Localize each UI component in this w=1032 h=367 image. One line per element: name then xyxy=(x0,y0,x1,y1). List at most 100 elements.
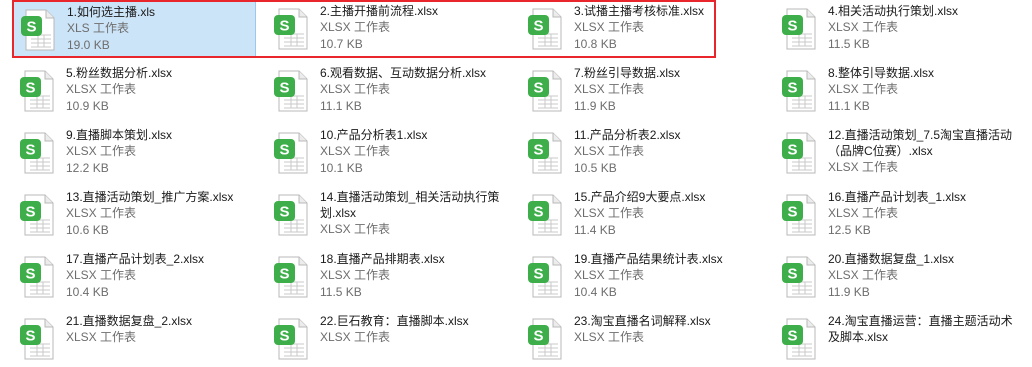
excel-spreadsheet-icon: S xyxy=(525,69,565,113)
file-info: 2.主播开播前流程.xlsx XLSX 工作表 10.7 KB xyxy=(320,3,510,53)
file-size: 12.2 KB xyxy=(66,161,109,175)
excel-spreadsheet-icon: S xyxy=(779,317,819,361)
file-name: 18.直播产品排期表.xlsx xyxy=(320,252,445,266)
file-name: 14.直播活动策划_相关活动执行策划.xlsx xyxy=(320,190,500,220)
svg-text:S: S xyxy=(787,80,797,97)
excel-spreadsheet-icon: S xyxy=(271,255,311,299)
file-name: 11.产品分析表2.xlsx xyxy=(574,128,681,142)
file-info: 6.观看数据、互动数据分析.xlsx XLSX 工作表 11.1 KB xyxy=(320,65,510,115)
file-size: 11.4 KB xyxy=(574,223,616,237)
file-size: 11.5 KB xyxy=(828,37,870,51)
file-name: 21.直播数据复盘_2.xlsx xyxy=(66,314,193,328)
file-size: 10.1 KB xyxy=(320,161,363,175)
file-info: 24.淘宝直播运营：直播主题活动术及脚本.xlsx xyxy=(828,313,1018,345)
file-name: 12.直播活动策划_7.5淘宝直播活动（品牌C位赛）.xlsx xyxy=(828,128,1013,158)
file-item[interactable]: S 20.直播数据复盘_1.xlsx XLSX 工作表 11.9 KB xyxy=(774,249,1020,305)
file-item[interactable]: S 14.直播活动策划_相关活动执行策划.xlsx XLSX 工作表 xyxy=(266,187,512,243)
file-type: XLS 工作表 xyxy=(67,21,130,35)
file-type: XLSX 工作表 xyxy=(320,144,391,158)
file-size: 10.4 KB xyxy=(66,285,109,299)
file-item[interactable]: S 17.直播产品计划表_2.xlsx XLSX 工作表 10.4 KB xyxy=(12,249,258,305)
file-item[interactable]: S 7.粉丝引导数据.xlsx XLSX 工作表 11.9 KB xyxy=(520,63,766,119)
file-type: XLSX 工作表 xyxy=(828,82,899,96)
file-info: 16.直播产品计划表_1.xlsx XLSX 工作表 12.5 KB xyxy=(828,189,1018,239)
file-name: 13.直播活动策划_推广方案.xlsx xyxy=(66,190,234,204)
file-size: 11.1 KB xyxy=(828,99,870,113)
svg-text:S: S xyxy=(26,19,36,36)
file-item[interactable]: S 8.整体引导数据.xlsx XLSX 工作表 11.1 KB xyxy=(774,63,1020,119)
excel-spreadsheet-icon: S xyxy=(271,7,311,51)
excel-spreadsheet-icon: S xyxy=(18,8,58,52)
file-type: XLSX 工作表 xyxy=(66,144,137,158)
file-type: XLSX 工作表 xyxy=(320,222,391,236)
excel-spreadsheet-icon: S xyxy=(17,69,57,113)
svg-text:S: S xyxy=(533,204,543,221)
file-type: XLSX 工作表 xyxy=(320,268,391,282)
file-size: 10.6 KB xyxy=(66,223,109,237)
file-info: 17.直播产品计划表_2.xlsx XLSX 工作表 10.4 KB xyxy=(66,251,256,301)
file-name: 15.产品介绍9大要点.xlsx xyxy=(574,190,706,204)
svg-text:S: S xyxy=(533,142,543,159)
svg-text:S: S xyxy=(25,328,35,345)
file-grid: S 1.如何选主播.xls XLS 工作表 19.0 KB S 2.主播开播前流程.xls… xyxy=(0,0,1032,360)
file-name: 16.直播产品计划表_1.xlsx xyxy=(828,190,967,204)
file-item[interactable]: S 9.直播脚本策划.xlsx XLSX 工作表 12.2 KB xyxy=(12,125,258,181)
file-type: XLSX 工作表 xyxy=(574,268,645,282)
svg-text:S: S xyxy=(533,266,543,283)
file-item[interactable]: S 3.试播主播考核标准.xlsx XLSX 工作表 10.8 KB xyxy=(520,1,766,57)
excel-spreadsheet-icon: S xyxy=(525,131,565,175)
excel-spreadsheet-icon: S xyxy=(525,317,565,361)
file-item[interactable]: S 23.淘宝直播名词解释.xlsx XLSX 工作表 xyxy=(520,311,766,367)
file-info: 13.直播活动策划_推广方案.xlsx XLSX 工作表 10.6 KB xyxy=(66,189,256,239)
file-item[interactable]: S 10.产品分析表1.xlsx XLSX 工作表 10.1 KB xyxy=(266,125,512,181)
file-item[interactable]: S 18.直播产品排期表.xlsx XLSX 工作表 11.5 KB xyxy=(266,249,512,305)
file-size: 10.9 KB xyxy=(66,99,109,113)
svg-text:S: S xyxy=(25,204,35,221)
file-item[interactable]: S 6.观看数据、互动数据分析.xlsx XLSX 工作表 11.1 KB xyxy=(266,63,512,119)
file-type: XLSX 工作表 xyxy=(828,206,899,220)
file-item[interactable]: S 19.直播产品结果统计表.xlsx XLSX 工作表 10.4 KB xyxy=(520,249,766,305)
excel-spreadsheet-icon: S xyxy=(525,193,565,237)
file-info: 7.粉丝引导数据.xlsx XLSX 工作表 11.9 KB xyxy=(574,65,764,115)
file-item[interactable]: S 21.直播数据复盘_2.xlsx XLSX 工作表 xyxy=(12,311,258,367)
file-item[interactable]: S 5.粉丝数据分析.xlsx XLSX 工作表 10.9 KB xyxy=(12,63,258,119)
file-size: 11.5 KB xyxy=(320,285,362,299)
excel-spreadsheet-icon: S xyxy=(779,131,819,175)
file-item[interactable]: S 22.巨石教育：直播脚本.xlsx XLSX 工作表 xyxy=(266,311,512,367)
file-size: 10.7 KB xyxy=(320,37,363,51)
file-name: 2.主播开播前流程.xlsx xyxy=(320,4,439,18)
file-name: 23.淘宝直播名词解释.xlsx xyxy=(574,314,711,328)
excel-spreadsheet-icon: S xyxy=(271,69,311,113)
file-type: XLSX 工作表 xyxy=(828,20,899,34)
file-info: 4.相关活动执行策划.xlsx XLSX 工作表 11.5 KB xyxy=(828,3,1018,53)
file-item[interactable]: S 11.产品分析表2.xlsx XLSX 工作表 10.5 KB xyxy=(520,125,766,181)
file-name: 8.整体引导数据.xlsx xyxy=(828,66,935,80)
file-item[interactable]: S 13.直播活动策划_推广方案.xlsx XLSX 工作表 10.6 KB xyxy=(12,187,258,243)
svg-text:S: S xyxy=(279,142,289,159)
file-info: 9.直播脚本策划.xlsx XLSX 工作表 12.2 KB xyxy=(66,127,256,177)
file-size: 10.4 KB xyxy=(574,285,617,299)
file-info: 1.如何选主播.xls XLS 工作表 19.0 KB xyxy=(67,4,257,54)
svg-text:S: S xyxy=(787,328,797,345)
file-item[interactable]: S 2.主播开播前流程.xlsx XLSX 工作表 10.7 KB xyxy=(266,1,512,57)
file-type: XLSX 工作表 xyxy=(66,268,137,282)
file-info: 14.直播活动策划_相关活动执行策划.xlsx XLSX 工作表 xyxy=(320,189,510,238)
excel-spreadsheet-icon: S xyxy=(525,255,565,299)
svg-text:S: S xyxy=(533,80,543,97)
file-type: XLSX 工作表 xyxy=(320,20,391,34)
file-item[interactable]: S 1.如何选主播.xls XLS 工作表 19.0 KB xyxy=(12,1,256,57)
file-item[interactable]: S 24.淘宝直播运营：直播主题活动术及脚本.xlsx xyxy=(774,311,1020,367)
excel-spreadsheet-icon: S xyxy=(17,193,57,237)
file-info: 12.直播活动策划_7.5淘宝直播活动（品牌C位赛）.xlsx XLSX 工作表 xyxy=(828,127,1018,176)
file-name: 19.直播产品结果统计表.xlsx xyxy=(574,252,723,266)
svg-text:S: S xyxy=(787,266,797,283)
file-info: 19.直播产品结果统计表.xlsx XLSX 工作表 10.4 KB xyxy=(574,251,764,301)
excel-spreadsheet-icon: S xyxy=(17,317,57,361)
file-item[interactable]: S 4.相关活动执行策划.xlsx XLSX 工作表 11.5 KB xyxy=(774,1,1020,57)
excel-spreadsheet-icon: S xyxy=(271,131,311,175)
file-item[interactable]: S 15.产品介绍9大要点.xlsx XLSX 工作表 11.4 KB xyxy=(520,187,766,243)
file-item[interactable]: S 12.直播活动策划_7.5淘宝直播活动（品牌C位赛）.xlsx XLSX 工作表 xyxy=(774,125,1020,181)
file-item[interactable]: S 16.直播产品计划表_1.xlsx XLSX 工作表 12.5 KB xyxy=(774,187,1020,243)
file-type: XLSX 工作表 xyxy=(574,330,645,344)
file-type: XLSX 工作表 xyxy=(828,160,899,174)
